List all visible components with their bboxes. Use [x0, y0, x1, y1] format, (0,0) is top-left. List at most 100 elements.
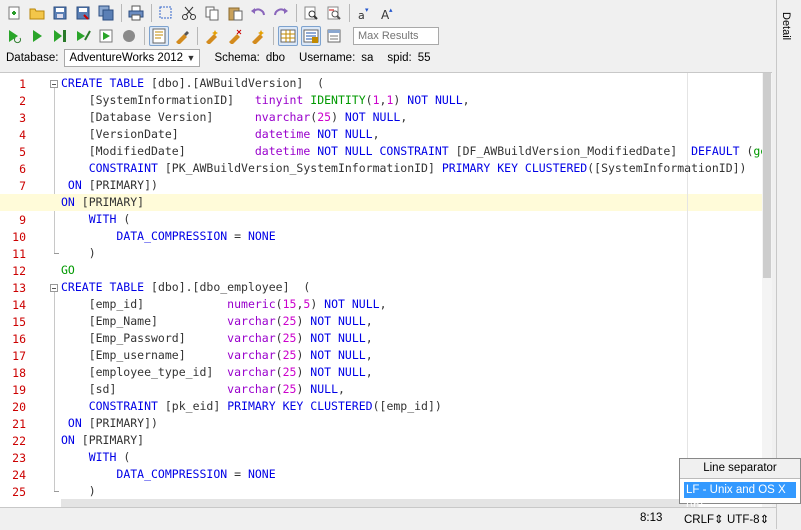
- font-increase-icon[interactable]: A ▴: [377, 3, 397, 23]
- code-token: nvarchar: [254, 110, 311, 124]
- code-token: NOT NULL: [310, 365, 366, 379]
- username-label: Username:: [299, 52, 356, 64]
- code-token: [Emp_Name]: [61, 314, 228, 328]
- execute-explain-icon[interactable]: [73, 26, 93, 46]
- select-region-icon[interactable]: [156, 3, 176, 23]
- code-token: [PRIMARY]): [88, 178, 158, 192]
- fold-toggle-icon[interactable]: [50, 284, 58, 292]
- code-editor[interactable]: 1234567891011121314151617181920212223242…: [0, 72, 772, 508]
- code-token: ON: [61, 416, 89, 430]
- open-folder-icon[interactable]: [27, 3, 47, 23]
- code-line: ON [PRIMARY]): [61, 177, 158, 194]
- code-token: GO: [61, 263, 75, 277]
- svg-text:▾: ▾: [365, 6, 369, 14]
- vertical-scrollbar-thumb[interactable]: [763, 73, 771, 278]
- code-area[interactable]: CREATE TABLE [dbo].[AWBuildVersion] ( [S…: [0, 73, 772, 508]
- right-margin-guide: [687, 73, 688, 508]
- schema-label: Schema:: [214, 52, 260, 64]
- line-number: 4: [19, 128, 26, 142]
- toolbar-separator: [144, 27, 145, 45]
- code-line: CONSTRAINT [pk_eid] PRIMARY KEY CLUSTERE…: [61, 398, 442, 415]
- copy-icon[interactable]: [202, 3, 222, 23]
- vertical-scrollbar[interactable]: [762, 73, 772, 508]
- find-replace-icon[interactable]: [324, 3, 344, 23]
- line-number: 16: [12, 332, 26, 346]
- code-token: [dbo].[AWBuildVersion] (: [151, 76, 325, 90]
- code-token: ,: [462, 93, 470, 107]
- code-token: NOT NULL CONSTRAINT: [317, 144, 456, 158]
- stop-icon[interactable]: [119, 26, 139, 46]
- detail-tab-label: Detail: [780, 12, 792, 41]
- line-separator-option-lf[interactable]: LF - Unix and OS X (\n): [684, 482, 796, 512]
- code-token: ON: [61, 195, 82, 209]
- code-token: [Database Version]: [61, 110, 255, 124]
- save-all-icon[interactable]: [96, 3, 116, 23]
- line-number: 10: [12, 230, 26, 244]
- encoding-selector[interactable]: UTF-8⇕: [727, 512, 769, 526]
- line-number: 3: [19, 111, 26, 125]
- code-token: [emp_id]: [61, 297, 228, 311]
- save-icon[interactable]: [50, 3, 70, 23]
- line-number: 2: [19, 94, 26, 108]
- new-file-icon[interactable]: [4, 3, 24, 23]
- results-text-icon[interactable]: [301, 26, 321, 46]
- indent-icon[interactable]: [248, 26, 268, 46]
- code-token: ,: [400, 110, 408, 124]
- include-headers-icon[interactable]: [324, 26, 344, 46]
- detail-panel-tab[interactable]: Detail: [776, 0, 801, 529]
- execute-to-cursor-icon[interactable]: [50, 26, 70, 46]
- line-number-gutter: 1234567891011121314151617181920212223242…: [0, 73, 59, 508]
- uncomment-icon[interactable]: [225, 26, 245, 46]
- fold-toggle-icon[interactable]: [50, 80, 58, 88]
- code-token: ): [331, 110, 345, 124]
- schema-value: dbo: [265, 52, 286, 64]
- svg-text:▴: ▴: [389, 6, 393, 14]
- svg-text:a: a: [358, 9, 365, 21]
- code-token: [PRIMARY]): [88, 416, 158, 430]
- database-label: Database:: [6, 52, 59, 64]
- execute-script-icon[interactable]: [4, 26, 24, 46]
- code-token: ): [296, 365, 311, 379]
- code-line: [employee_type_id] varchar(25) NOT NULL,: [61, 364, 373, 381]
- format-sql-icon[interactable]: [172, 26, 192, 46]
- redo-icon[interactable]: [271, 3, 291, 23]
- code-token: [PK_AWBuildVersion_SystemInformationID]: [164, 161, 442, 175]
- font-decrease-icon[interactable]: a ▾: [354, 3, 374, 23]
- results-grid-icon[interactable]: [278, 26, 298, 46]
- line-number: 9: [19, 213, 26, 227]
- code-token: (: [123, 450, 131, 464]
- find-icon[interactable]: [301, 3, 321, 23]
- code-token: CONSTRAINT: [88, 161, 165, 175]
- code-token: (: [275, 331, 283, 345]
- execute-icon[interactable]: [27, 26, 47, 46]
- toolbar-separator: [121, 4, 122, 22]
- comment-icon[interactable]: [202, 26, 222, 46]
- database-select[interactable]: AdventureWorks 2012 ▼: [64, 49, 201, 67]
- code-line: ON [PRIMARY]): [61, 415, 158, 432]
- print-icon[interactable]: [126, 3, 146, 23]
- code-token: DATA_COMPRESSION: [116, 467, 235, 481]
- chevron-down-icon: ▼: [186, 53, 196, 63]
- cursor-position: 8:13: [640, 512, 663, 524]
- code-token: (: [275, 348, 283, 362]
- code-line: [SystemInformationID] tinyint IDENTITY(1…: [61, 92, 470, 109]
- text-mode-icon[interactable]: [149, 26, 169, 46]
- code-line: [Emp_username] varchar(25) NOT NULL,: [61, 347, 373, 364]
- cut-icon[interactable]: [179, 3, 199, 23]
- code-token: ): [296, 348, 311, 362]
- code-token: [Emp_username]: [61, 348, 228, 362]
- code-line: [Emp_Name] varchar(25) NOT NULL,: [61, 313, 373, 330]
- max-results-input[interactable]: [353, 27, 439, 45]
- code-token: 1: [372, 93, 380, 107]
- save-as-icon[interactable]: [73, 3, 93, 23]
- line-number: 19: [12, 383, 26, 397]
- paste-icon[interactable]: [225, 3, 245, 23]
- horizontal-scrollbar[interactable]: [61, 499, 699, 507]
- undo-icon[interactable]: [248, 3, 268, 23]
- code-token: NULL: [310, 382, 338, 396]
- line-ending-selector[interactable]: CRLF⇕: [684, 512, 724, 526]
- toolbar-separator: [296, 4, 297, 22]
- code-token: [SystemInformationID]: [61, 93, 255, 107]
- execute-selection-icon[interactable]: [96, 26, 116, 46]
- code-token: 25: [317, 110, 332, 124]
